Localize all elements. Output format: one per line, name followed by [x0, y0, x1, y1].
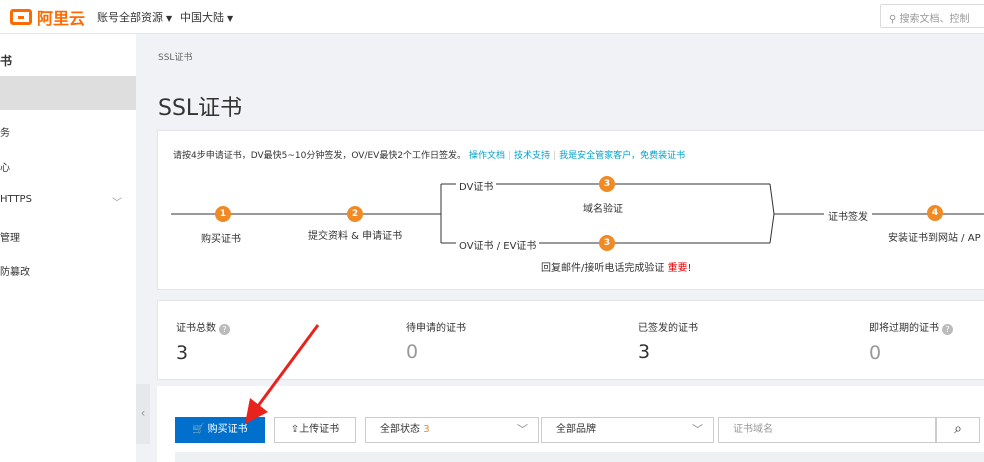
sidebar-item-overview[interactable] [0, 76, 136, 110]
search-button[interactable]: ⌕ [936, 417, 980, 443]
page-title: SSL证书 [158, 96, 243, 121]
ov-step-desc-text: 回复邮件/接听电话完成验证 [541, 263, 665, 274]
step-1-label: 购买证书 [201, 234, 241, 245]
cart-icon: 🛒 [192, 424, 205, 435]
stat-total: 证书总数? 3 [176, 319, 230, 364]
stat-issued-value: 3 [638, 341, 651, 363]
table-header [175, 452, 984, 462]
step-2-badge: 2 [347, 206, 363, 222]
buy-cert-button[interactable]: 🛒 购买证书 [175, 417, 265, 443]
step-4-badge: 4 [927, 205, 943, 221]
region-dropdown[interactable]: 中国大陆 ▼ [180, 9, 233, 25]
help-icon[interactable]: ? [219, 324, 230, 335]
aliyun-logo[interactable]: 阿里云 [10, 5, 85, 29]
stat-expiring-value: 0 [869, 342, 882, 364]
logo-text: 阿里云 [37, 9, 86, 28]
domain-search-input[interactable]: 证书域名 [718, 417, 936, 443]
global-search-placeholder: 搜索文档、控制 [899, 14, 970, 25]
flow-merge-down [769, 213, 775, 244]
top-navbar: 阿里云 账号全部资源 ▼ 中国大陆 ▼ ⚲ 搜索文档、控制 [0, 0, 984, 34]
dv-step-desc: 域名验证 [583, 204, 623, 215]
step-3-ov-badge: 3 [599, 235, 615, 251]
caret-down-icon: ▼ [227, 14, 234, 23]
upload-cert-button[interactable]: ⇪上传证书 [274, 417, 356, 443]
global-search-input[interactable]: ⚲ 搜索文档、控制 [880, 4, 984, 28]
domain-search-placeholder: 证书域名 [733, 424, 773, 435]
stat-pending-label: 待申请的证书 [406, 323, 466, 334]
flow-merge-up [769, 183, 775, 215]
sidebar: 书 务 心 HTTPS ﹀ 管理 防篡改 [0, 34, 136, 462]
ov-ev-cert-label: OV证书 / EV证书 [456, 237, 540, 252]
chevron-left-icon: ‹ [140, 406, 146, 420]
buy-cert-label: 购买证书 [207, 424, 248, 435]
step-3-dv-badge: 3 [599, 176, 615, 192]
status-select[interactable]: 全部状态 3 ﹀ [365, 417, 539, 443]
stat-expiring-label: 即将过期的证书? [869, 319, 953, 335]
help-icon[interactable]: ? [942, 324, 953, 335]
account-resources-label: 账号全部资源 [97, 11, 163, 24]
stat-pending: 待申请的证书 0 [406, 319, 466, 363]
upload-icon: ⇪ [290, 424, 300, 435]
sidebar-item-https[interactable]: HTTPS ﹀ [0, 194, 136, 209]
sidebar-item-https-label: HTTPS [0, 194, 32, 205]
region-label: 中国大陆 [180, 11, 224, 24]
stat-total-value: 3 [176, 342, 189, 364]
account-resources-dropdown[interactable]: 账号全部资源 ▼ [97, 9, 172, 25]
aliyun-logo-icon [10, 9, 32, 25]
sidebar-item-center[interactable]: 心 [0, 159, 136, 174]
search-icon: ⚲ [889, 14, 897, 25]
step-2-label: 提交资料 & 申请证书 [308, 231, 403, 242]
chevron-down-icon: ﹀ [692, 423, 703, 436]
brand-select-value: 全部品牌 [556, 424, 596, 435]
breadcrumb: SSL证书 [158, 53, 193, 63]
ov-step-desc: 回复邮件/接听电话完成验证 重要! [541, 259, 692, 274]
sidebar-title: 书 [0, 54, 13, 68]
upload-cert-label: 上传证书 [299, 424, 340, 435]
sidebar-item-tamper-protection[interactable]: 防篡改 [0, 263, 136, 278]
sidebar-item-management[interactable]: 管理 [0, 229, 136, 244]
cert-list-toolbar: 🛒 购买证书 ⇪上传证书 全部状态 3 ﹀ 全部品牌 ﹀ 证书域名 ⌕ [157, 386, 984, 462]
application-guide-panel: 请按4步申请证书，DV最快5~10分钟签发，OV/EV最快2个工作日签发。 操作… [157, 130, 984, 290]
search-icon: ⌕ [954, 421, 962, 437]
step-1-badge: 1 [215, 206, 231, 222]
chevron-down-icon: ﹀ [517, 423, 528, 436]
status-count: 3 [423, 424, 430, 435]
status-select-value: 全部状态 [380, 424, 420, 435]
brand-select[interactable]: 全部品牌 ﹀ [541, 417, 714, 443]
caret-down-icon: ▼ [166, 14, 173, 23]
cert-issue-label: 证书签发 [824, 208, 872, 223]
chevron-down-icon: ﹀ [112, 198, 122, 209]
dv-cert-label: DV证书 [456, 178, 497, 193]
important-tag: 重要! [667, 263, 692, 274]
stat-pending-value: 0 [406, 341, 419, 363]
step-4-label: 安装证书到网站 / AP [888, 233, 981, 244]
stat-issued-label: 已签发的证书 [638, 323, 698, 334]
stat-issued: 已签发的证书 3 [638, 319, 698, 363]
stat-total-label: 证书总数? [176, 319, 230, 335]
cert-stats-panel: 证书总数? 3 待申请的证书 0 已签发的证书 3 即将过期的证书? 0 [157, 300, 984, 380]
stat-expiring: 即将过期的证书? 0 [869, 319, 953, 364]
sidebar-item-services[interactable]: 务 [0, 124, 136, 139]
sidebar-collapse-toggle[interactable]: ‹ [136, 384, 150, 444]
